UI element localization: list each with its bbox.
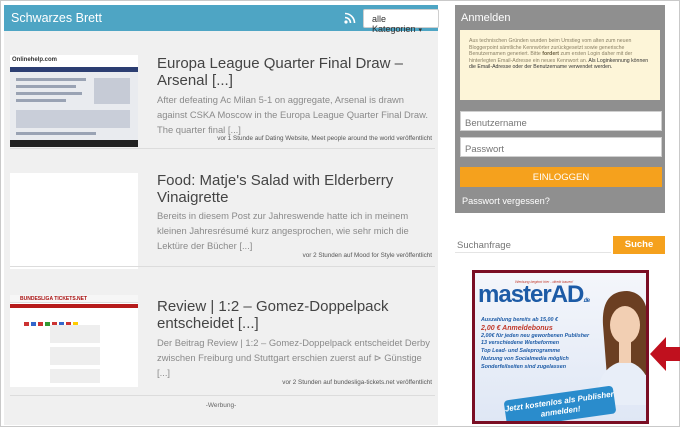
rss-icon[interactable] [344, 12, 356, 24]
arrow-left-icon [650, 337, 680, 371]
login-title: Anmelden [461, 12, 511, 24]
username-input[interactable] [460, 111, 662, 131]
ad-feature: Auszahlung bereits ab 15,00 € [481, 317, 558, 323]
login-button[interactable]: EINLOGGEN [460, 167, 662, 187]
post-title[interactable]: Europa League Quarter Final Draw – Arsen… [157, 55, 427, 89]
password-input[interactable] [460, 137, 662, 157]
post-excerpt: After defeating Ac Milan 5-1 on aggregat… [157, 94, 428, 136]
ad-label: -Werbung- [205, 402, 237, 409]
category-select[interactable]: alle Kategorien ▾ [363, 9, 439, 34]
post-excerpt: Bereits in diesem Post zur Jahreswende h… [157, 210, 409, 252]
ad-feature: 2,00€ für jeden neu geworbenen Publisher [481, 332, 590, 339]
ad-feature: Top Lead- und Saleprogramme [481, 348, 561, 355]
post-meta: vor 1 Stunde auf Dating Website, Meet pe… [217, 135, 432, 142]
search-input[interactable] [455, 235, 611, 253]
login-notice-bold: fordert [542, 51, 559, 58]
masterad-logo: masterAD.de [478, 281, 590, 309]
post-item: Onlinehelp.com Europa League Quarter Fin… [4, 31, 438, 149]
ad-logo-text: masterAD [478, 281, 584, 308]
login-panel: Anmelden Aus technischen Gründen wurden … [455, 5, 665, 213]
post-title[interactable]: Review | 1:2 – Gomez-Doppelpack entschei… [157, 298, 427, 332]
thumbnail-site-logo: Onlinehelp.com [12, 57, 58, 63]
post-thumbnail[interactable]: BUNDESLIGA TICKETS.NET [10, 295, 138, 387]
post-meta: vor 2 Stunden auf bundesliga-tickets.net… [282, 379, 432, 386]
masterad-banner[interactable]: masterAD.de Werbung beginnt hier - direk… [472, 270, 649, 424]
post-meta: vor 2 Stunden auf Mood for Style veröffe… [302, 252, 432, 259]
divider [10, 395, 435, 396]
ad-signup-button[interactable]: Jetzt kostenlos als Publisher anmelden! [503, 385, 617, 421]
post-item: BUNDESLIGA TICKETS.NET Review | 1:2 – Go… [4, 267, 438, 397]
thumbnail-site-logo: BUNDESLIGA TICKETS.NET [20, 296, 88, 302]
bulletin-board: Schwarzes Brett alle Kategorien ▾ Onlineh… [4, 5, 439, 425]
post-thumbnail[interactable]: Onlinehelp.com [10, 55, 138, 147]
ad-feature-list: Auszahlung bereits ab 15,00 € 2,00 € Anm… [481, 317, 591, 372]
ad-feature: Sonderfeilseiten sind zugelassen [481, 363, 567, 370]
post-excerpt: Der Beitrag Review | 1:2 – Gomez-Doppelp… [157, 337, 430, 379]
post-title[interactable]: Food: Matje's Salad with Elderberry Vina… [157, 172, 427, 206]
login-notice: Aus technischen Gründen wurden beim Umst… [460, 30, 660, 100]
post-thumbnail[interactable] [10, 173, 138, 269]
board-header: Schwarzes Brett alle Kategorien ▾ [4, 5, 439, 34]
search-button[interactable]: Suche [613, 236, 665, 254]
forgot-password-link[interactable]: Passwort vergessen? [462, 196, 550, 206]
ad-feature: Nutzung von Socialmedia möglich [481, 355, 569, 362]
ad-tagline: Werbung beginnt hier - direkt bauen! [515, 280, 574, 284]
ad-feature: 2,00 € Anmeldebonus [481, 324, 553, 332]
board-title: Schwarzes Brett [11, 11, 103, 25]
ad-feature: 13 verschiedene Werbeformen [481, 340, 560, 347]
post-item: Food: Matje's Salad with Elderberry Vina… [4, 149, 438, 269]
